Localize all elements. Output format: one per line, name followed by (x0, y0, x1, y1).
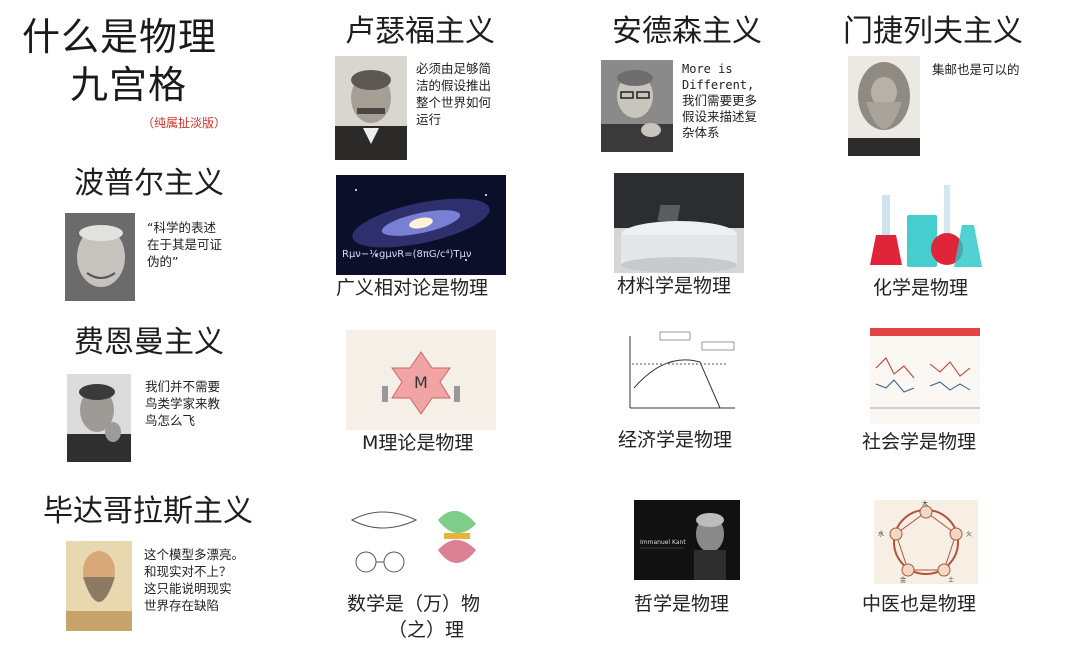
m-theory-image: M (346, 330, 496, 430)
sociology-chart-image (870, 328, 980, 424)
svg-text:木: 木 (922, 500, 928, 508)
caption-mathematics-line2: （之）理 (388, 619, 465, 641)
caption-philosophy: 哲学是物理 (634, 593, 730, 615)
rutherford-portrait (335, 56, 407, 160)
caption-materials: 材料学是物理 (617, 275, 732, 297)
heading-feynman: 费恩曼主义 (74, 325, 224, 360)
philosophy-image: Immanuel Kant (634, 500, 740, 580)
heading-popper: 波普尔主义 (74, 166, 224, 201)
galaxy-image: Rμν−½gμνR=(8πG/c⁴)Tμν (336, 175, 506, 275)
caption-economics: 经济学是物理 (618, 429, 733, 451)
svg-text:土: 土 (948, 576, 954, 584)
mathematics-image (346, 500, 496, 584)
popper-portrait (65, 213, 135, 301)
heading-rutherford: 卢瑟福主义 (345, 14, 495, 49)
page-title: 什么是物理 (22, 15, 218, 59)
caption-tcm: 中医也是物理 (862, 593, 977, 615)
svg-text:水: 水 (878, 530, 884, 538)
chemistry-image (862, 175, 992, 275)
svg-text:金: 金 (900, 576, 906, 584)
svg-text:M: M (414, 373, 428, 392)
heading-pythagoras: 毕达哥拉斯主义 (43, 494, 253, 529)
quote-pythagoras: 这个模型多漂亮。 和现实对不上？ 这只能说明现实 世界存在缺陷 (144, 547, 245, 613)
einstein-equation: Rμν−½gμνR=(8πG/c⁴)Tμν (342, 248, 472, 260)
materials-image (614, 173, 744, 273)
feynman-portrait (67, 374, 131, 462)
five-elements-image: 木 火 土 金 水 (874, 500, 978, 584)
mendeleev-portrait (848, 56, 920, 156)
caption-mathematics-line1: 数学是（万）物 (347, 593, 481, 615)
svg-text:Immanuel Kant: Immanuel Kant (640, 539, 686, 546)
heading-mendeleev: 门捷列夫主义 (843, 14, 1023, 49)
caption-sociology: 社会学是物理 (862, 431, 977, 453)
svg-text:火: 火 (966, 531, 972, 538)
pythagoras-portrait (66, 541, 132, 631)
quote-feynman: 我们并不需要 鸟类学家来教 鸟怎么飞 (145, 379, 221, 428)
quote-anderson: More is Different, 我们需要更多 假设来描述复 杂体系 (682, 62, 758, 140)
page-subtitle: 九宫格 (70, 63, 188, 107)
caption-general-relativity: 广义相对论是物理 (336, 277, 489, 299)
quote-mendeleev: 集邮也是可以的 (932, 62, 1020, 77)
economics-chart-image (620, 328, 740, 420)
caption-chemistry: 化学是物理 (873, 277, 969, 299)
title-note: （纯属扯淡版） (142, 116, 227, 130)
quote-popper: “科学的表述 在于其是可证 伪的” (147, 220, 223, 269)
heading-anderson: 安德森主义 (612, 14, 762, 49)
quote-rutherford: 必须由足够简 洁的假设推出 整个世界如何 运行 (416, 61, 492, 127)
anderson-portrait (601, 60, 673, 152)
caption-m-theory: M理论是物理 (362, 432, 474, 454)
